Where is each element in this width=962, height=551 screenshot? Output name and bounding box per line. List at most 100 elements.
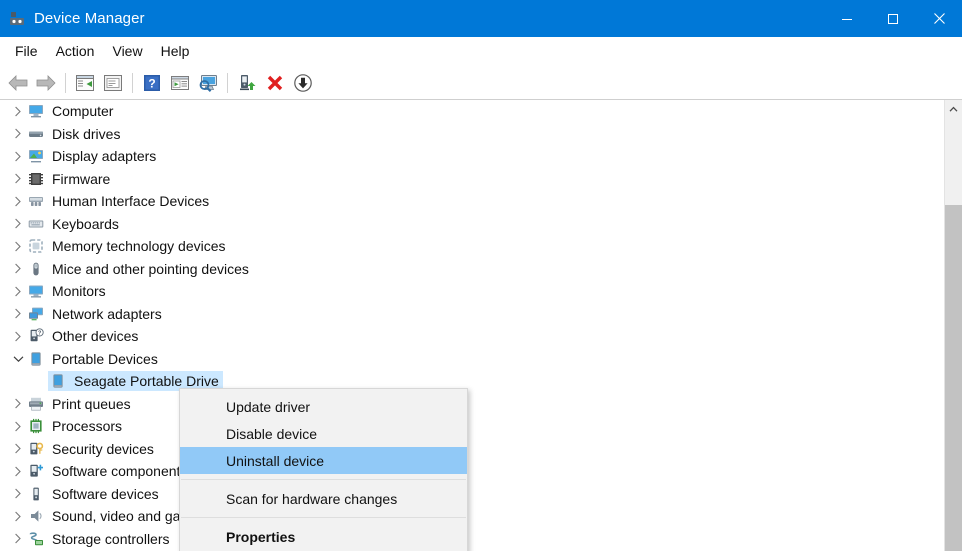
back-button[interactable] (4, 69, 32, 97)
scroll-up-button[interactable] (945, 100, 962, 118)
menu-action[interactable]: Action (47, 39, 104, 63)
chevron-down-icon[interactable] (10, 348, 26, 370)
chevron-right-icon[interactable] (10, 280, 26, 302)
chevron-right-icon (15, 466, 21, 477)
chevron-right-icon[interactable] (10, 393, 26, 415)
portable-device-icon (50, 373, 66, 389)
chevron-right-icon[interactable] (10, 460, 26, 482)
tree-item-seagate-portable-drive[interactable]: Seagate Portable Drive (0, 370, 944, 393)
tree-item-content[interactable]: Storage controllers (26, 529, 174, 549)
tree-item-content[interactable]: Software components (26, 461, 191, 481)
tree-item-monitors[interactable]: Monitors (0, 280, 944, 303)
keyboard-icon (28, 216, 44, 232)
tree-item-content[interactable]: Print queues (26, 394, 135, 414)
tree-item-software-devices[interactable]: Software devices (0, 483, 944, 506)
tree-item-security-devices[interactable]: Security devices (0, 438, 944, 461)
context-menu-item-scan-for-hardware-changes[interactable]: Scan for hardware changes (180, 485, 467, 512)
tree-item-content[interactable]: Software devices (26, 484, 163, 504)
tree-item-label: Memory technology devices (52, 238, 226, 255)
device-tree[interactable]: Computer Disk drives Display adapters Firmw… (0, 100, 944, 551)
chevron-right-icon[interactable] (10, 100, 26, 122)
chevron-right-icon (15, 421, 21, 432)
help-button[interactable]: ? (138, 69, 166, 97)
tree-item-content[interactable]: ? Other devices (26, 326, 142, 346)
minimize-button[interactable] (824, 0, 870, 37)
close-button[interactable] (916, 0, 962, 37)
tree-item-memory-technology-devices[interactable]: Memory technology devices (0, 235, 944, 258)
update-driver-button[interactable] (233, 69, 261, 97)
tree-item-firmware[interactable]: Firmware (0, 168, 944, 191)
chevron-down-icon (13, 356, 23, 362)
context-menu-item-disable-device[interactable]: Disable device (180, 420, 467, 447)
maximize-button[interactable] (870, 0, 916, 37)
tree-item-portable-devices[interactable]: Portable Devices (0, 348, 944, 371)
tree-item-content[interactable]: Monitors (26, 281, 110, 301)
tree-item-mice-and-other-pointing-devices[interactable]: Mice and other pointing devices (0, 258, 944, 281)
chevron-right-icon[interactable] (10, 483, 26, 505)
enable-device-button[interactable] (166, 69, 194, 97)
unknown-device-icon: ? (28, 328, 44, 344)
tree-item-content[interactable]: Security devices (26, 439, 158, 459)
disable-device-button[interactable] (289, 69, 317, 97)
chevron-right-icon[interactable] (10, 145, 26, 167)
chevron-right-icon[interactable] (10, 505, 26, 527)
tree-item-content[interactable]: Human Interface Devices (26, 191, 213, 211)
properties-button[interactable] (99, 69, 127, 97)
menu-view[interactable]: View (103, 39, 151, 63)
tree-item-content[interactable]: Display adapters (26, 146, 160, 166)
chevron-right-icon[interactable] (10, 168, 26, 190)
scan-for-hardware-changes-button[interactable] (194, 69, 222, 97)
context-menu-item-update-driver[interactable]: Update driver (180, 393, 467, 420)
forward-arrow-icon (36, 74, 56, 91)
menu-bar: File Action View Help (0, 37, 962, 65)
chevron-right-icon[interactable] (10, 303, 26, 325)
tree-item-content[interactable]: Mice and other pointing devices (26, 259, 253, 279)
vertical-scrollbar[interactable] (944, 100, 962, 551)
tree-item-label: Software components (52, 463, 188, 480)
chevron-right-icon[interactable] (10, 258, 26, 280)
chevron-right-icon[interactable] (10, 213, 26, 235)
uninstall-device-button[interactable] (261, 69, 289, 97)
chevron-right-icon (15, 286, 21, 297)
context-menu-item-properties[interactable]: Properties (180, 523, 467, 550)
tree-item-content[interactable]: Processors (26, 416, 126, 436)
tree-item-sound-video-and-game-controllers[interactable]: Sound, video and game controllers (0, 505, 944, 528)
tree-item-content[interactable]: Network adapters (26, 304, 166, 324)
chevron-right-icon[interactable] (10, 415, 26, 437)
window-title: Device Manager (34, 10, 145, 27)
tree-item-software-components[interactable]: Software components (0, 460, 944, 483)
scrollbar-thumb[interactable] (945, 205, 962, 551)
chevron-right-icon[interactable] (10, 235, 26, 257)
chevron-right-icon[interactable] (10, 528, 26, 550)
tree-item-label: Portable Devices (52, 350, 158, 367)
chevron-right-icon[interactable] (10, 438, 26, 460)
help-question-icon: ? (144, 74, 160, 91)
tree-item-content[interactable]: Firmware (26, 169, 114, 189)
tree-item-content[interactable]: Memory technology devices (26, 236, 230, 256)
chevron-right-icon[interactable] (10, 190, 26, 212)
tree-item-display-adapters[interactable]: Display adapters (0, 145, 944, 168)
tree-item-processors[interactable]: Processors (0, 415, 944, 438)
tree-item-label: Disk drives (52, 125, 121, 142)
chevron-right-icon[interactable] (10, 325, 26, 347)
context-menu[interactable]: Update driver Disable device Uninstall dev… (179, 388, 468, 551)
tree-item-computer[interactable]: Computer (0, 100, 944, 123)
show-hide-console-tree-button[interactable] (71, 69, 99, 97)
tree-item-disk-drives[interactable]: Disk drives (0, 123, 944, 146)
tree-item-network-adapters[interactable]: Network adapters (0, 303, 944, 326)
menu-file[interactable]: File (6, 39, 47, 63)
tree-item-human-interface-devices[interactable]: Human Interface Devices (0, 190, 944, 213)
tree-item-content[interactable]: Disk drives (26, 124, 124, 144)
tree-item-keyboards[interactable]: Keyboards (0, 213, 944, 236)
tree-item-content[interactable]: Portable Devices (26, 349, 162, 369)
tree-item-other-devices[interactable]: ? Other devices (0, 325, 944, 348)
menu-help[interactable]: Help (152, 39, 199, 63)
tree-item-content[interactable]: Computer (26, 101, 117, 121)
software-device-icon (28, 486, 44, 502)
tree-item-storage-controllers[interactable]: Storage controllers (0, 528, 944, 551)
tree-item-print-queues[interactable]: Print queues (0, 393, 944, 416)
context-menu-item-uninstall-device[interactable]: Uninstall device (180, 447, 467, 474)
chevron-right-icon[interactable] (10, 123, 26, 145)
tree-item-content[interactable]: Keyboards (26, 214, 123, 234)
forward-button[interactable] (32, 69, 60, 97)
